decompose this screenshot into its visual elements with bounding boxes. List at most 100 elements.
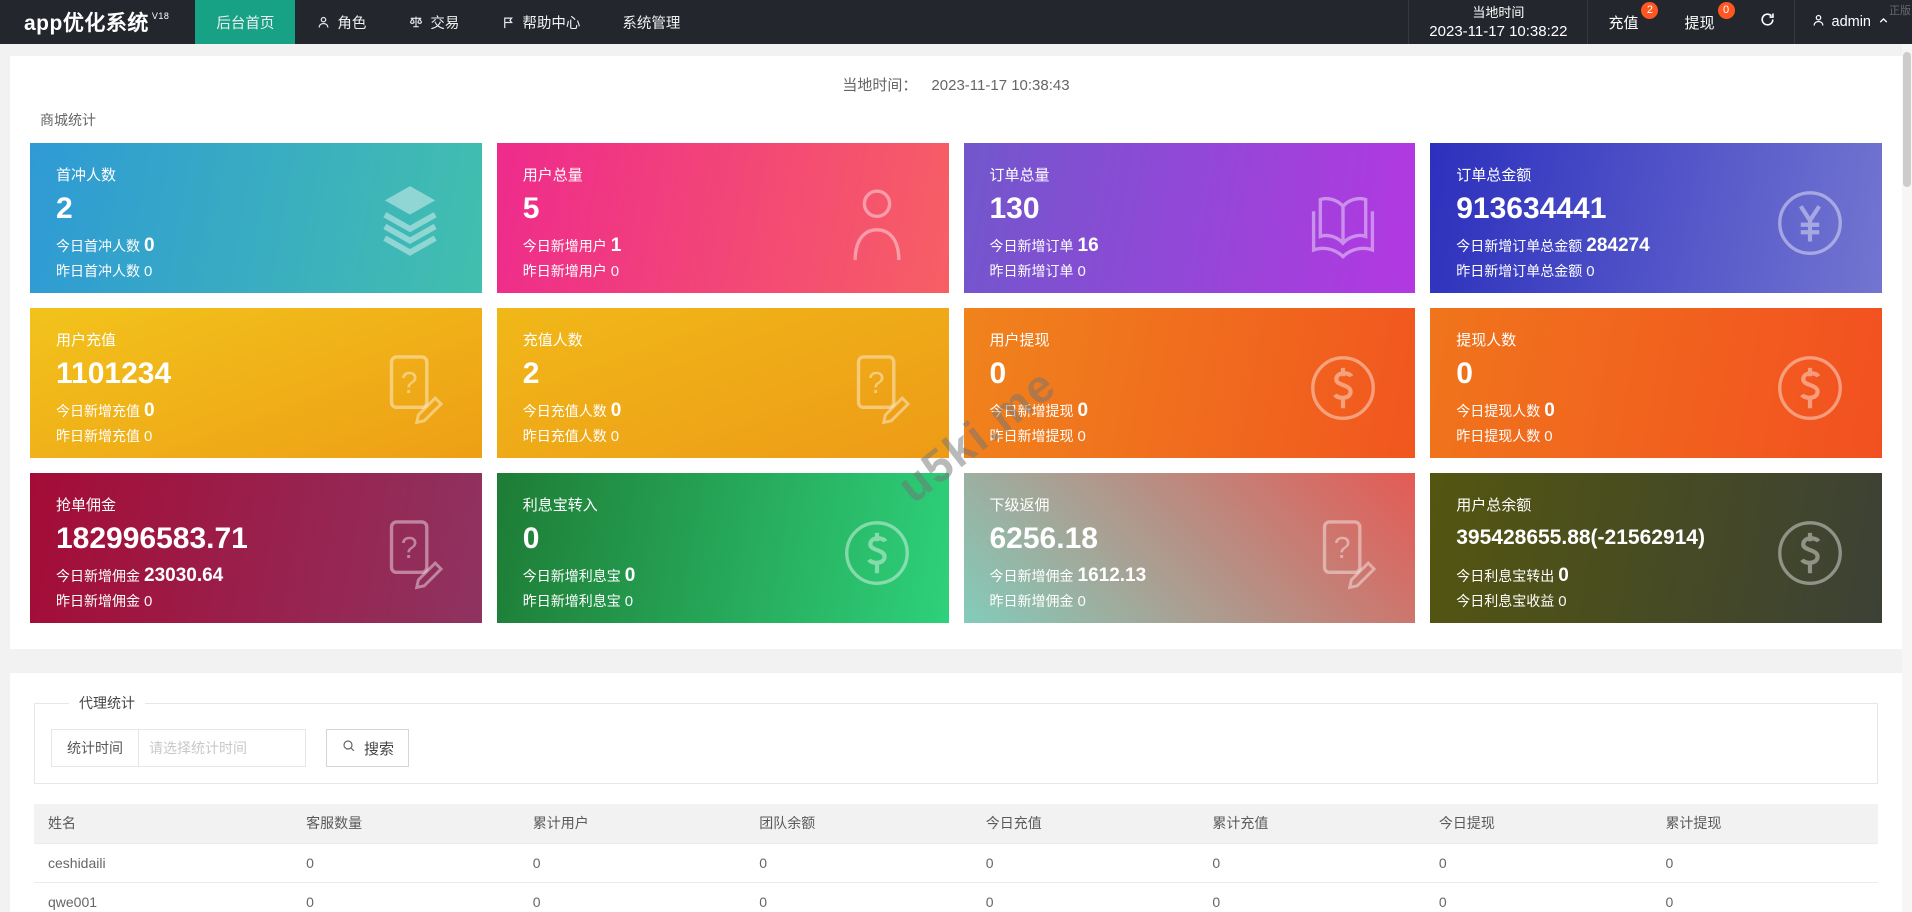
table-cell: 0 — [518, 882, 746, 912]
table-cell: 0 — [1198, 882, 1425, 912]
navbar-right: 当地时间 2023-11-17 10:38:22 充值 2 提现 0 admin — [1408, 0, 1912, 44]
stat-card: 订单总金额 913634441 今日新增订单总金额 284274 昨日新增订单总金额 0 — [1430, 143, 1882, 293]
user-icon — [316, 15, 331, 30]
table-cell: 0 — [292, 882, 519, 912]
table-header-cell: 姓名 — [34, 804, 293, 844]
doc-edit-icon: ? — [368, 346, 452, 430]
page-scrollbar[interactable] — [1902, 44, 1912, 912]
stat-cards-grid: 首冲人数 2 今日首冲人数 0 昨日首冲人数 0 用户总量 5 今日新增用户 1 昨日新增用户 0 订单… — [30, 143, 1882, 623]
stat-card: 下级返佣 6256.18 今日新增佣金 1612.13 昨日新增佣金 0? — [963, 473, 1416, 623]
agent-table: 姓名 客服数量 累计用户 团队余额 今日充值 累计充值 今日提现 累计提现 ceshidail… — [34, 804, 1878, 912]
table-cell: 0 — [1198, 843, 1425, 883]
search-button-label: 搜索 — [364, 740, 395, 758]
table-row: qwe001 0 0 0 0 0 0 0 — [34, 882, 1878, 912]
recharge-label: 充值 — [1608, 14, 1639, 32]
genuine-label: 正版 — [1889, 5, 1911, 17]
search-icon — [341, 738, 357, 758]
layers-icon — [368, 181, 452, 265]
stat-time-group: 统计时间 — [51, 729, 306, 767]
table-cell: 0 — [971, 843, 1199, 883]
dollar-circle-icon — [1768, 346, 1852, 430]
stat-card: 首冲人数 2 今日首冲人数 0 昨日首冲人数 0 — [30, 143, 482, 293]
menu-item[interactable]: 系统管理 — [601, 0, 701, 44]
menu-item[interactable]: 帮助中心 — [480, 0, 601, 44]
table-cell: 0 — [1651, 843, 1878, 883]
table-header-cell: 累计提现 — [1651, 804, 1878, 844]
agent-stats-panel: 代理统计 统计时间 搜索 姓名客服数量累计用户团队余额今日充值累计充值今日提现累… — [10, 673, 1902, 912]
table-header-row: 姓名 客服数量 累计用户 团队余额 今日充值 累计充值 今日提现 累计提现 — [34, 804, 1878, 844]
stat-time-label: 统计时间 — [51, 729, 138, 767]
menu-item[interactable]: 角色 — [295, 0, 387, 44]
refresh-button[interactable] — [1741, 0, 1794, 44]
table-cell: qwe001 — [34, 882, 293, 912]
refresh-icon — [1759, 11, 1776, 33]
app-title: app优化系统 — [24, 12, 149, 35]
table-cell: 0 — [292, 843, 519, 883]
agent-legend: 代理统计 — [79, 695, 135, 711]
svg-text:?: ? — [400, 532, 417, 565]
menu-item-label: 系统管理 — [622, 15, 681, 32]
svg-text:?: ? — [400, 367, 417, 400]
scales-icon — [408, 14, 424, 30]
withdraw-button[interactable]: 提现 0 — [1664, 0, 1740, 44]
content-local-time: 当地时间： 2023-11-17 10:38:43 — [30, 74, 1882, 95]
withdraw-label: 提现 — [1684, 14, 1715, 32]
menu-item-label: 角色 — [337, 15, 367, 32]
stat-card: 用户提现 0 今日新增提现 0 昨日新增提现 0 — [963, 308, 1416, 458]
table-cell: ceshidaili — [34, 843, 293, 883]
table-cell: 0 — [745, 843, 972, 883]
top-navbar: app优化系统 V18 后台首页 角色 交易 帮助中心 系统管理 当地时间 2023-11… — [0, 0, 1912, 44]
stat-time-input[interactable] — [138, 729, 306, 767]
agent-filter-form: 统计时间 搜索 — [51, 729, 1861, 767]
table-header-cell: 累计充值 — [1198, 804, 1425, 844]
section-title-mall-stats: 商城统计 — [40, 112, 96, 128]
yen-circle-icon — [1768, 181, 1852, 265]
table-header-cell: 团队余额 — [745, 804, 972, 844]
table-row: ceshidaili 0 0 0 0 0 0 0 — [34, 843, 1878, 883]
table-header-cell: 累计用户 — [518, 804, 746, 844]
menu-item-label: 交易 — [430, 15, 460, 32]
withdraw-badge: 0 — [1717, 2, 1735, 19]
book-icon — [1301, 181, 1385, 265]
scrollbar-thumb[interactable] — [1903, 52, 1911, 187]
search-button[interactable]: 搜索 — [326, 729, 410, 767]
table-cell: 0 — [1424, 843, 1652, 883]
stat-card: 用户总余额 395428655.88(-21562914) 今日利息宝转出 0 今日利息… — [1430, 473, 1882, 623]
doc-edit-icon: ? — [835, 346, 919, 430]
mall-stats-panel: 当地时间： 2023-11-17 10:38:43 商城统计 首冲人数 2 今日首冲人… — [10, 56, 1902, 649]
app-logo[interactable]: app优化系统 V18 — [0, 0, 195, 44]
local-time-value: 2023-11-17 10:38:22 — [1429, 23, 1568, 40]
main-menu: 后台首页 角色 交易 帮助中心 系统管理 — [195, 0, 701, 44]
navbar-local-time: 当地时间 2023-11-17 10:38:22 — [1408, 0, 1589, 44]
table-header-cell: 今日提现 — [1424, 804, 1652, 844]
stat-card: 提现人数 0 今日提现人数 0 昨日提现人数 0 — [1430, 308, 1882, 458]
dollar-circle-icon — [835, 511, 919, 595]
stat-card: 充值人数 2 今日充值人数 0 昨日充值人数 0? — [496, 308, 949, 458]
menu-item[interactable]: 交易 — [387, 0, 480, 44]
menu-item-label: 后台首页 — [216, 15, 275, 32]
stat-card: 利息宝转入 0 今日新增利息宝 0 昨日新增利息宝 0 — [496, 473, 949, 623]
local-time-label: 当地时间 — [1472, 5, 1525, 20]
person-icon — [835, 181, 919, 265]
recharge-badge: 2 — [1641, 2, 1659, 19]
menu-item[interactable]: 后台首页 — [195, 0, 296, 44]
stat-card: 订单总量 130 今日新增订单 16 昨日新增订单 0 — [963, 143, 1416, 293]
agent-fieldset: 代理统计 统计时间 搜索 — [34, 693, 1878, 784]
table-header-cell: 客服数量 — [292, 804, 519, 844]
menu-item-label: 帮助中心 — [522, 15, 581, 32]
flag-icon — [501, 15, 516, 30]
content-time-value: 2023-11-17 10:38:43 — [931, 77, 1070, 94]
table-cell: 0 — [1651, 882, 1878, 912]
recharge-button[interactable]: 充值 2 — [1588, 0, 1664, 44]
dollar-circle-icon — [1301, 346, 1385, 430]
table-cell: 0 — [971, 882, 1199, 912]
table-header-cell: 今日充值 — [971, 804, 1199, 844]
doc-edit-icon: ? — [1301, 511, 1385, 595]
doc-edit-icon: ? — [368, 511, 452, 595]
table-cell: 0 — [1424, 882, 1652, 912]
stat-card: 用户总量 5 今日新增用户 1 昨日新增用户 0 — [496, 143, 949, 293]
content-time-label: 当地时间： — [842, 77, 918, 94]
stat-card: 抢单佣金 182996583.71 今日新增佣金 23030.64 昨日新增佣金 0? — [30, 473, 482, 623]
user-icon — [1811, 13, 1826, 32]
svg-text:?: ? — [867, 367, 884, 400]
